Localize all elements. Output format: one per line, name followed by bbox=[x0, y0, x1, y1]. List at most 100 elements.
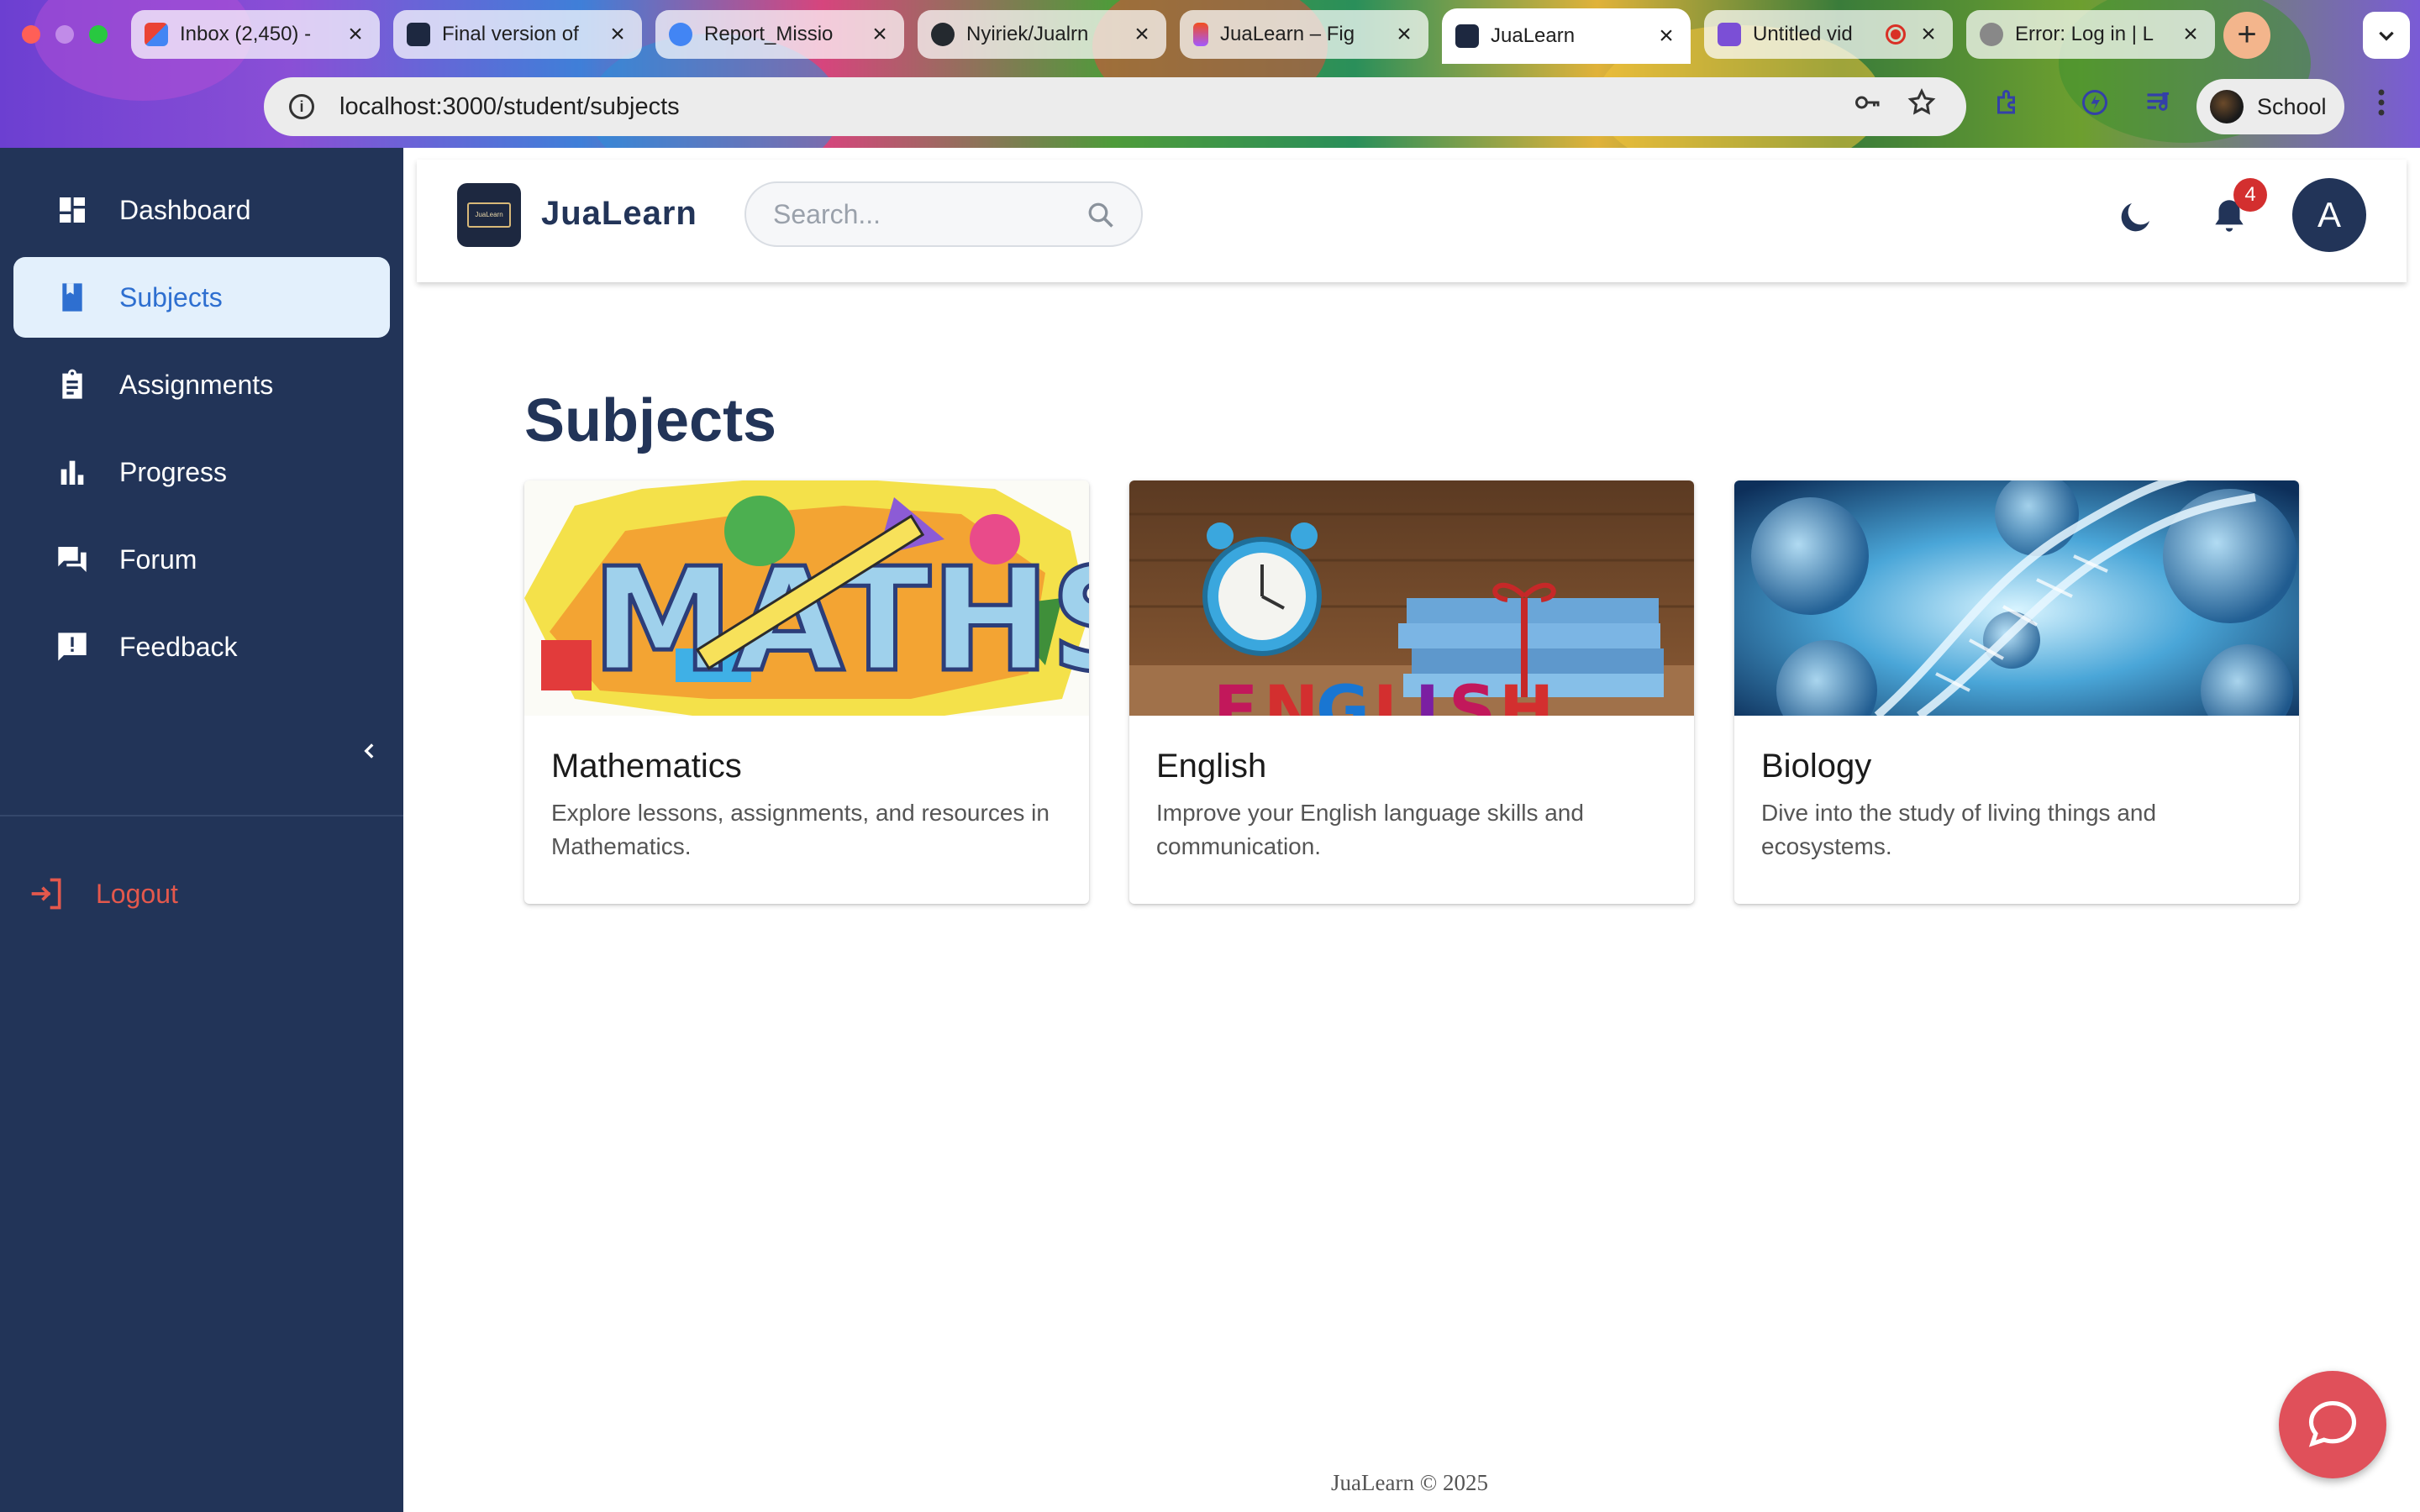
browser-tab[interactable]: Untitled vid × bbox=[1704, 10, 1953, 59]
browser-tab[interactable]: Final version of × bbox=[393, 10, 642, 59]
tab-title: Nyiriek/Jualrn bbox=[966, 23, 1089, 45]
profile-name: School bbox=[2257, 93, 2327, 119]
more-vertical-icon bbox=[2378, 89, 2385, 116]
app-logo[interactable]: JuaLearn bbox=[457, 183, 521, 247]
close-tab-icon[interactable]: × bbox=[1918, 22, 1939, 47]
notification-badge: 4 bbox=[2233, 178, 2267, 212]
svg-text:S: S bbox=[1449, 673, 1496, 716]
maximize-window-button[interactable] bbox=[89, 25, 108, 44]
sidebar-item-label: Feedback bbox=[119, 631, 238, 662]
close-tab-icon[interactable]: × bbox=[1655, 24, 1677, 49]
browser-tab[interactable]: JuaLearn – Fig × bbox=[1180, 10, 1428, 59]
new-tab-button[interactable]: + bbox=[2223, 12, 2270, 59]
password-key-icon[interactable] bbox=[1849, 87, 1887, 126]
sidebar-item-forum[interactable]: Forum bbox=[13, 519, 390, 600]
close-tab-icon[interactable]: × bbox=[1393, 22, 1415, 47]
sidebar: Dashboard Subjects Assignments Progress … bbox=[0, 148, 403, 1512]
media-control-icon[interactable] bbox=[2139, 87, 2178, 126]
logo-text: JuaLearn bbox=[475, 211, 503, 218]
subject-card-mathematics[interactable]: MATHS Mathematics Explore lessons, assig… bbox=[524, 480, 1089, 904]
close-tab-icon[interactable]: × bbox=[345, 22, 366, 47]
chevron-left-icon bbox=[364, 743, 374, 759]
figma-favicon-icon bbox=[1193, 23, 1208, 46]
tab-search-button[interactable] bbox=[2363, 12, 2410, 59]
browser-tab-active[interactable]: JuaLearn × bbox=[1442, 8, 1691, 64]
user-avatar[interactable]: A bbox=[2292, 178, 2366, 252]
url-text[interactable]: localhost:3000/student/subjects bbox=[339, 93, 680, 121]
chevron-down-icon bbox=[2379, 31, 2394, 41]
english-image: E N G L I S H bbox=[1129, 480, 1694, 716]
svg-text:H: H bbox=[1499, 673, 1554, 716]
minimize-window-button[interactable] bbox=[55, 25, 74, 44]
close-tab-icon[interactable]: × bbox=[2180, 22, 2202, 47]
search-input[interactable] bbox=[773, 198, 1084, 230]
bar-chart-icon bbox=[60, 460, 84, 485]
sidebar-item-dashboard[interactable]: Dashboard bbox=[13, 170, 390, 250]
svg-text:I: I bbox=[1415, 673, 1439, 716]
extension-bolt-icon[interactable] bbox=[2075, 87, 2114, 126]
browser-chrome: Inbox (2,450) - × Final version of × Rep… bbox=[0, 0, 2420, 148]
feedback-icon bbox=[58, 633, 87, 661]
gmail-favicon-icon bbox=[145, 23, 168, 46]
close-tab-icon[interactable]: × bbox=[1131, 22, 1153, 47]
sidebar-item-label: Assignments bbox=[119, 369, 274, 400]
logout-button[interactable]: Logout bbox=[29, 875, 178, 912]
close-window-button[interactable] bbox=[22, 25, 40, 44]
search-icon[interactable] bbox=[1086, 200, 1116, 230]
clipboard-icon bbox=[62, 369, 82, 399]
tab-title: JuaLearn – Fig bbox=[1220, 23, 1355, 45]
subject-name: English bbox=[1156, 748, 1267, 785]
bookmark-star-icon[interactable] bbox=[1902, 87, 1941, 126]
dashboard-icon bbox=[60, 197, 85, 223]
collapse-sidebar-button[interactable] bbox=[351, 732, 388, 769]
logout-icon bbox=[31, 878, 61, 910]
extension-puzzle-icon[interactable] bbox=[1988, 87, 2027, 126]
docs-favicon-icon bbox=[669, 23, 692, 46]
tab-title: Final version of bbox=[442, 23, 579, 45]
subject-card-biology[interactable]: Biology Dive into the study of living th… bbox=[1734, 480, 2299, 904]
sidebar-item-label: Progress bbox=[119, 456, 228, 487]
sidebar-item-label: Dashboard bbox=[119, 194, 251, 225]
close-tab-icon[interactable]: × bbox=[869, 22, 891, 47]
logout-label: Logout bbox=[96, 878, 178, 909]
subject-description: Dive into the study of living things and… bbox=[1761, 800, 2157, 859]
tab-title: Error: Log in | L bbox=[2015, 23, 2154, 45]
chat-bubble-icon bbox=[2308, 1400, 2357, 1447]
jualearn-favicon-icon bbox=[1455, 24, 1479, 48]
app-header: JuaLearn JuaLearn 4 A bbox=[417, 160, 2407, 282]
subject-card-english[interactable]: E N G L I S H English Improve your Engli… bbox=[1129, 480, 1694, 904]
browser-tab[interactable]: Error: Log in | L × bbox=[1966, 10, 2215, 59]
sidebar-item-progress[interactable]: Progress bbox=[13, 432, 390, 512]
logo-mark: JuaLearn bbox=[467, 202, 511, 228]
subject-description: Explore lessons, assignments, and resour… bbox=[551, 800, 1050, 859]
tab-title: Report_Missio bbox=[704, 23, 834, 45]
profile-button[interactable]: School bbox=[2196, 79, 2344, 134]
tab-title: Untitled vid bbox=[1753, 23, 1853, 45]
svg-text:E: E bbox=[1213, 673, 1258, 716]
sidebar-item-feedback[interactable]: Feedback bbox=[13, 606, 390, 687]
search-box bbox=[744, 181, 1143, 247]
browser-tab[interactable]: Report_Missio × bbox=[655, 10, 904, 59]
dark-mode-toggle-icon[interactable] bbox=[2116, 197, 2156, 237]
chat-button[interactable] bbox=[2279, 1371, 2386, 1478]
tab-strip: Inbox (2,450) - × Final version of × Rep… bbox=[0, 0, 2420, 71]
subject-name: Biology bbox=[1761, 748, 1872, 785]
svg-text:N: N bbox=[1264, 673, 1318, 716]
sidebar-item-subjects[interactable]: Subjects bbox=[13, 257, 390, 338]
recording-icon bbox=[1886, 24, 1906, 45]
address-bar[interactable]: i localhost:3000/student/subjects bbox=[264, 77, 1966, 136]
github-favicon-icon bbox=[931, 23, 955, 46]
browser-menu-button[interactable] bbox=[2368, 87, 2395, 126]
browser-tab[interactable]: Inbox (2,450) - × bbox=[131, 10, 380, 59]
mathematics-image: MATHS bbox=[524, 480, 1089, 716]
brand-name[interactable]: JuaLearn bbox=[541, 195, 697, 233]
site-info-icon[interactable]: i bbox=[289, 94, 314, 119]
browser-tab[interactable]: Nyiriek/Jualrn × bbox=[918, 10, 1166, 59]
page-title: Subjects bbox=[524, 387, 777, 454]
profile-avatar bbox=[2210, 90, 2244, 123]
close-tab-icon[interactable]: × bbox=[607, 22, 629, 47]
sidebar-divider bbox=[0, 815, 403, 816]
forum-icon bbox=[58, 547, 87, 572]
sidebar-item-assignments[interactable]: Assignments bbox=[13, 344, 390, 425]
site-favicon-icon bbox=[1980, 23, 2003, 46]
